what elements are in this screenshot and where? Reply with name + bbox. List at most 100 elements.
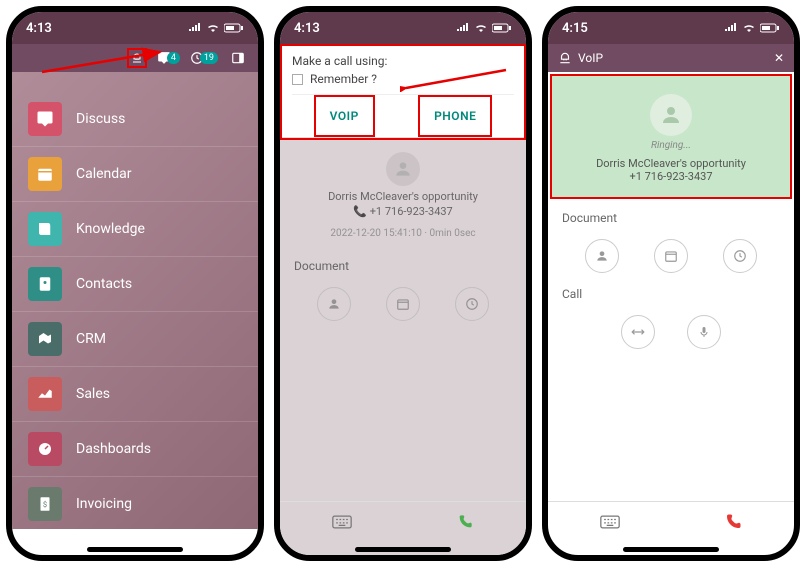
messages-badge: 4 (167, 52, 180, 64)
status-time: 4:15 (562, 21, 588, 36)
menu-label: Contacts (76, 276, 132, 292)
top-bar: 4 19 (12, 44, 258, 72)
status-time: 4:13 (294, 21, 320, 36)
menu-item-invoicing[interactable]: $ Invoicing (12, 477, 258, 529)
voip-body: Ringing... Dorris McCleaver's opportunit… (548, 72, 794, 555)
signal-icon (456, 23, 470, 33)
voip-button[interactable]: VOIP (314, 95, 375, 137)
ringing-card: Ringing... Dorris McCleaver's opportunit… (552, 76, 790, 197)
contact-circle-icon[interactable] (585, 239, 619, 273)
voip-header-icon (558, 51, 572, 65)
phone-button[interactable]: PHONE (418, 95, 492, 137)
mute-icon[interactable] (687, 315, 721, 349)
menu-label: CRM (76, 331, 106, 347)
messages-icon[interactable]: 4 (157, 51, 180, 65)
voip-title: VoIP (578, 51, 603, 65)
remember-checkbox[interactable] (292, 74, 303, 85)
menu-area: Discuss Calendar Knowledge Contacts CRM (12, 72, 258, 529)
hangup-icon[interactable] (671, 502, 794, 541)
menu-label: Calendar (76, 166, 132, 182)
wifi-icon (474, 23, 488, 33)
home-indicator (623, 547, 719, 552)
menu-label: Knowledge (76, 221, 145, 237)
status-bar: 4:13 (12, 12, 258, 44)
avatar-icon (650, 94, 692, 136)
menu-label: Discuss (76, 111, 125, 127)
panel-icon[interactable] (228, 48, 248, 68)
wifi-icon (742, 23, 756, 33)
contacts-icon (28, 267, 62, 301)
status-time: 4:13 (26, 21, 52, 36)
menu-label: Dashboards (76, 441, 151, 457)
home-indicator (355, 547, 451, 552)
call-label: Call (548, 277, 794, 311)
activities-icon[interactable]: 19 (190, 51, 218, 65)
svg-text:$: $ (43, 500, 47, 509)
discuss-icon (28, 102, 62, 136)
remember-label: Remember ? (310, 72, 377, 86)
activities-badge: 19 (200, 52, 218, 64)
phone-call-modal: 4:13 Make a call using: Remember ? VOIP … (274, 6, 532, 561)
ringing-label: Ringing... (552, 140, 790, 151)
dashboards-icon (28, 432, 62, 466)
phone-number: +1 716-923-3437 (552, 170, 790, 183)
phone-home: 4:13 4 19 (6, 6, 264, 561)
menu-item-sales[interactable]: Sales (12, 367, 258, 422)
menu-item-dashboards[interactable]: Dashboards (12, 422, 258, 477)
menu-item-knowledge[interactable]: Knowledge (12, 202, 258, 257)
call-method-modal: Make a call using: Remember ? VOIP PHONE (280, 44, 526, 140)
battery-icon (760, 23, 780, 33)
status-bar: 4:13 (280, 12, 526, 44)
menu-item-calendar[interactable]: Calendar (12, 147, 258, 202)
clock-circle-icon[interactable] (723, 239, 757, 273)
voip-header: VoIP ✕ (548, 44, 794, 72)
menu-item-contacts[interactable]: Contacts (12, 257, 258, 312)
status-icons (456, 23, 512, 33)
menu-item-crm[interactable]: CRM (12, 312, 258, 367)
avatar-icon (386, 152, 420, 186)
document-actions (280, 283, 526, 325)
battery-icon (492, 23, 512, 33)
document-label: Document (280, 249, 526, 283)
call-timestamp: 2022-12-20 15:41:10 · 0min 0sec (280, 228, 526, 239)
phone-icon: 📞 (353, 205, 369, 218)
menu-label: Invoicing (76, 496, 132, 512)
call-tab-icon[interactable] (403, 502, 526, 541)
signal-icon (188, 23, 202, 33)
phone-number: +1 716-923-3437 (370, 205, 453, 218)
crm-icon (28, 322, 62, 356)
status-icons (724, 23, 780, 33)
status-bar: 4:15 (548, 12, 794, 44)
close-icon[interactable]: ✕ (774, 51, 784, 65)
calendar-icon (28, 157, 62, 191)
modal-area: Make a call using: Remember ? VOIP PHONE (280, 44, 526, 555)
menu-label: Sales (76, 386, 110, 402)
battery-icon (224, 23, 244, 33)
menu-item-discuss[interactable]: Discuss (12, 92, 258, 147)
contact-circle-icon[interactable] (317, 287, 351, 321)
knowledge-icon (28, 212, 62, 246)
home-indicator (87, 547, 183, 552)
calendar-circle-icon[interactable] (386, 287, 420, 321)
transfer-icon[interactable] (621, 315, 655, 349)
clock-circle-icon[interactable] (455, 287, 489, 321)
document-label: Document (548, 201, 794, 235)
status-icons (188, 23, 244, 33)
call-card: Dorris McCleaver's opportunity 📞 +1 716-… (280, 140, 526, 249)
voip-launcher-icon[interactable] (127, 48, 147, 68)
sales-icon (28, 377, 62, 411)
keyboard-tab-icon[interactable] (280, 502, 403, 541)
bottom-bar (548, 501, 794, 541)
document-actions (548, 235, 794, 277)
signal-icon (724, 23, 738, 33)
bottom-bar (280, 501, 526, 541)
remember-row[interactable]: Remember ? (292, 72, 514, 86)
calendar-circle-icon[interactable] (654, 239, 688, 273)
opportunity-name: Dorris McCleaver's opportunity (280, 190, 526, 203)
modal-title: Make a call using: (292, 54, 514, 68)
phone-voip-ringing: 4:15 VoIP ✕ Ringing... Dorris McCleaver'… (542, 6, 800, 561)
wifi-icon (206, 23, 220, 33)
call-actions (548, 311, 794, 353)
keyboard-tab-icon[interactable] (548, 502, 671, 541)
opportunity-name: Dorris McCleaver's opportunity (552, 157, 790, 170)
